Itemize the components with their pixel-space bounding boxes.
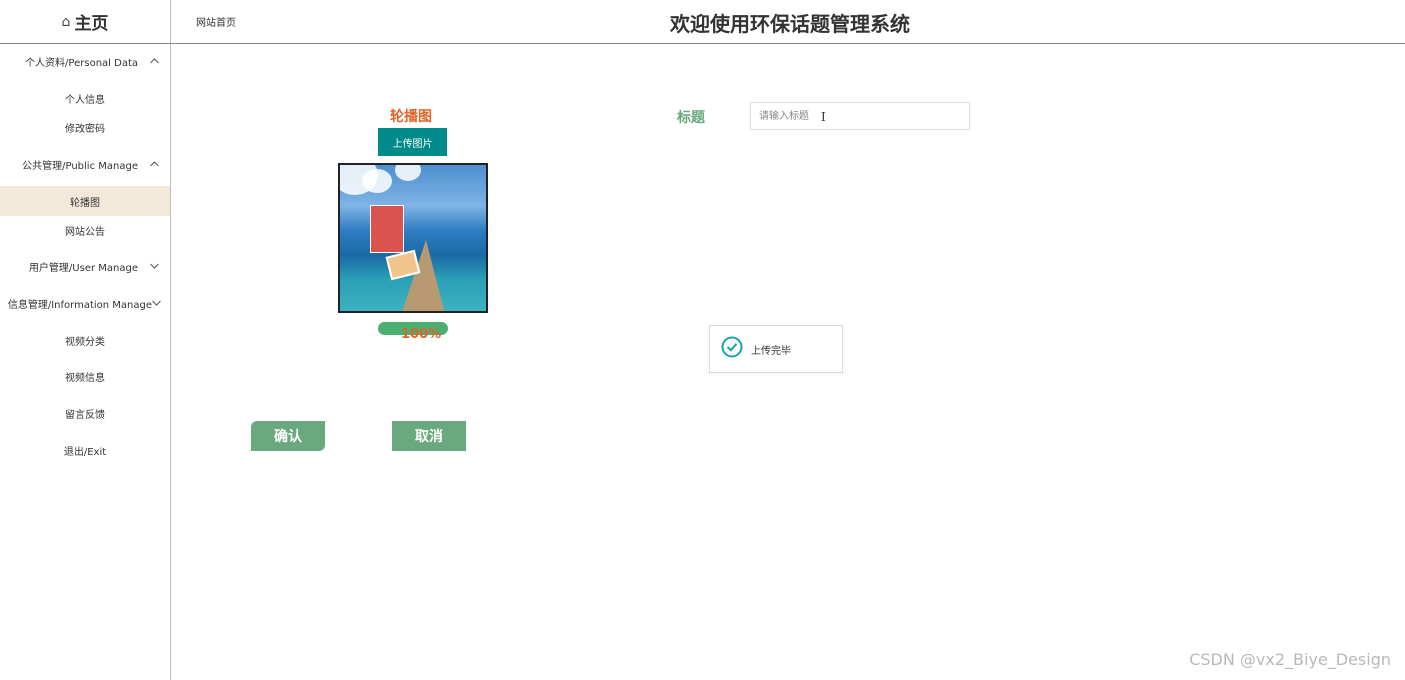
sidebar-item-feedback[interactable]: 留言反馈: [0, 398, 170, 428]
sidebar: 个人资料/Personal Data 个人信息 修改密码 公共管理/Public…: [0, 44, 171, 680]
sidebar-group-label: 信息管理/Information Manage: [7, 299, 152, 311]
watermark: CSDN @vx2_Biye_Design: [1189, 650, 1391, 669]
sidebar-group-label: 用户管理/User Manage: [28, 262, 138, 274]
cloud-shape: [362, 169, 392, 193]
carousel-image-label: 轮播图: [390, 109, 432, 125]
chevron-down-icon: [149, 261, 159, 271]
sidebar-item-personal-info[interactable]: 个人信息: [0, 83, 170, 113]
chevron-up-icon: [149, 159, 159, 169]
text-cursor-icon: I: [821, 110, 826, 124]
sidebar-item-exit[interactable]: 退出/Exit: [0, 435, 170, 465]
sidebar-group-label: 公共管理/Public Manage: [22, 160, 138, 172]
sidebar-group-user-manage[interactable]: 用户管理/User Manage: [0, 251, 170, 281]
sidebar-group-information-manage[interactable]: 信息管理/Information Manage: [0, 288, 170, 318]
chevron-down-icon: [151, 298, 161, 308]
sidebar-group-personal-data[interactable]: 个人资料/Personal Data: [0, 46, 170, 76]
cloud-shape: [395, 165, 421, 181]
upload-complete-toast: 上传完毕: [709, 325, 843, 373]
sidebar-item-change-password[interactable]: 修改密码: [0, 112, 170, 142]
toast-message: 上传完毕: [751, 345, 791, 357]
image-preview: [338, 163, 488, 313]
cancel-button[interactable]: 取消: [392, 421, 466, 451]
top-header: ⌂ 主页 网站首页 欢迎使用环保话题管理系统: [0, 0, 1405, 44]
sidebar-item-video-info[interactable]: 视频信息: [0, 361, 170, 391]
upload-progress-text: 100%: [401, 327, 442, 342]
upload-image-button[interactable]: 上传图片: [378, 128, 447, 156]
sidebar-group-label: 个人资料/Personal Data: [25, 57, 138, 69]
page-title: 欢迎使用环保话题管理系统: [670, 12, 910, 36]
home-icon: ⌂: [61, 13, 71, 30]
home-link[interactable]: ⌂ 主页: [0, 0, 171, 43]
sidebar-item-video-category[interactable]: 视频分类: [0, 325, 170, 355]
chevron-up-icon: [149, 56, 159, 66]
confirm-button[interactable]: 确认: [251, 421, 325, 451]
sidebar-item-site-notice[interactable]: 网站公告: [0, 215, 170, 245]
sidebar-group-public-manage[interactable]: 公共管理/Public Manage: [0, 149, 170, 179]
check-circle-icon: [721, 336, 743, 362]
title-label: 标题: [677, 110, 705, 126]
title-input[interactable]: [750, 102, 970, 130]
breadcrumb-home-link[interactable]: 网站首页: [196, 14, 236, 29]
poster-shape: [370, 205, 404, 253]
sidebar-item-carousel[interactable]: 轮播图: [0, 186, 170, 216]
brand-label: 主页: [74, 14, 109, 34]
